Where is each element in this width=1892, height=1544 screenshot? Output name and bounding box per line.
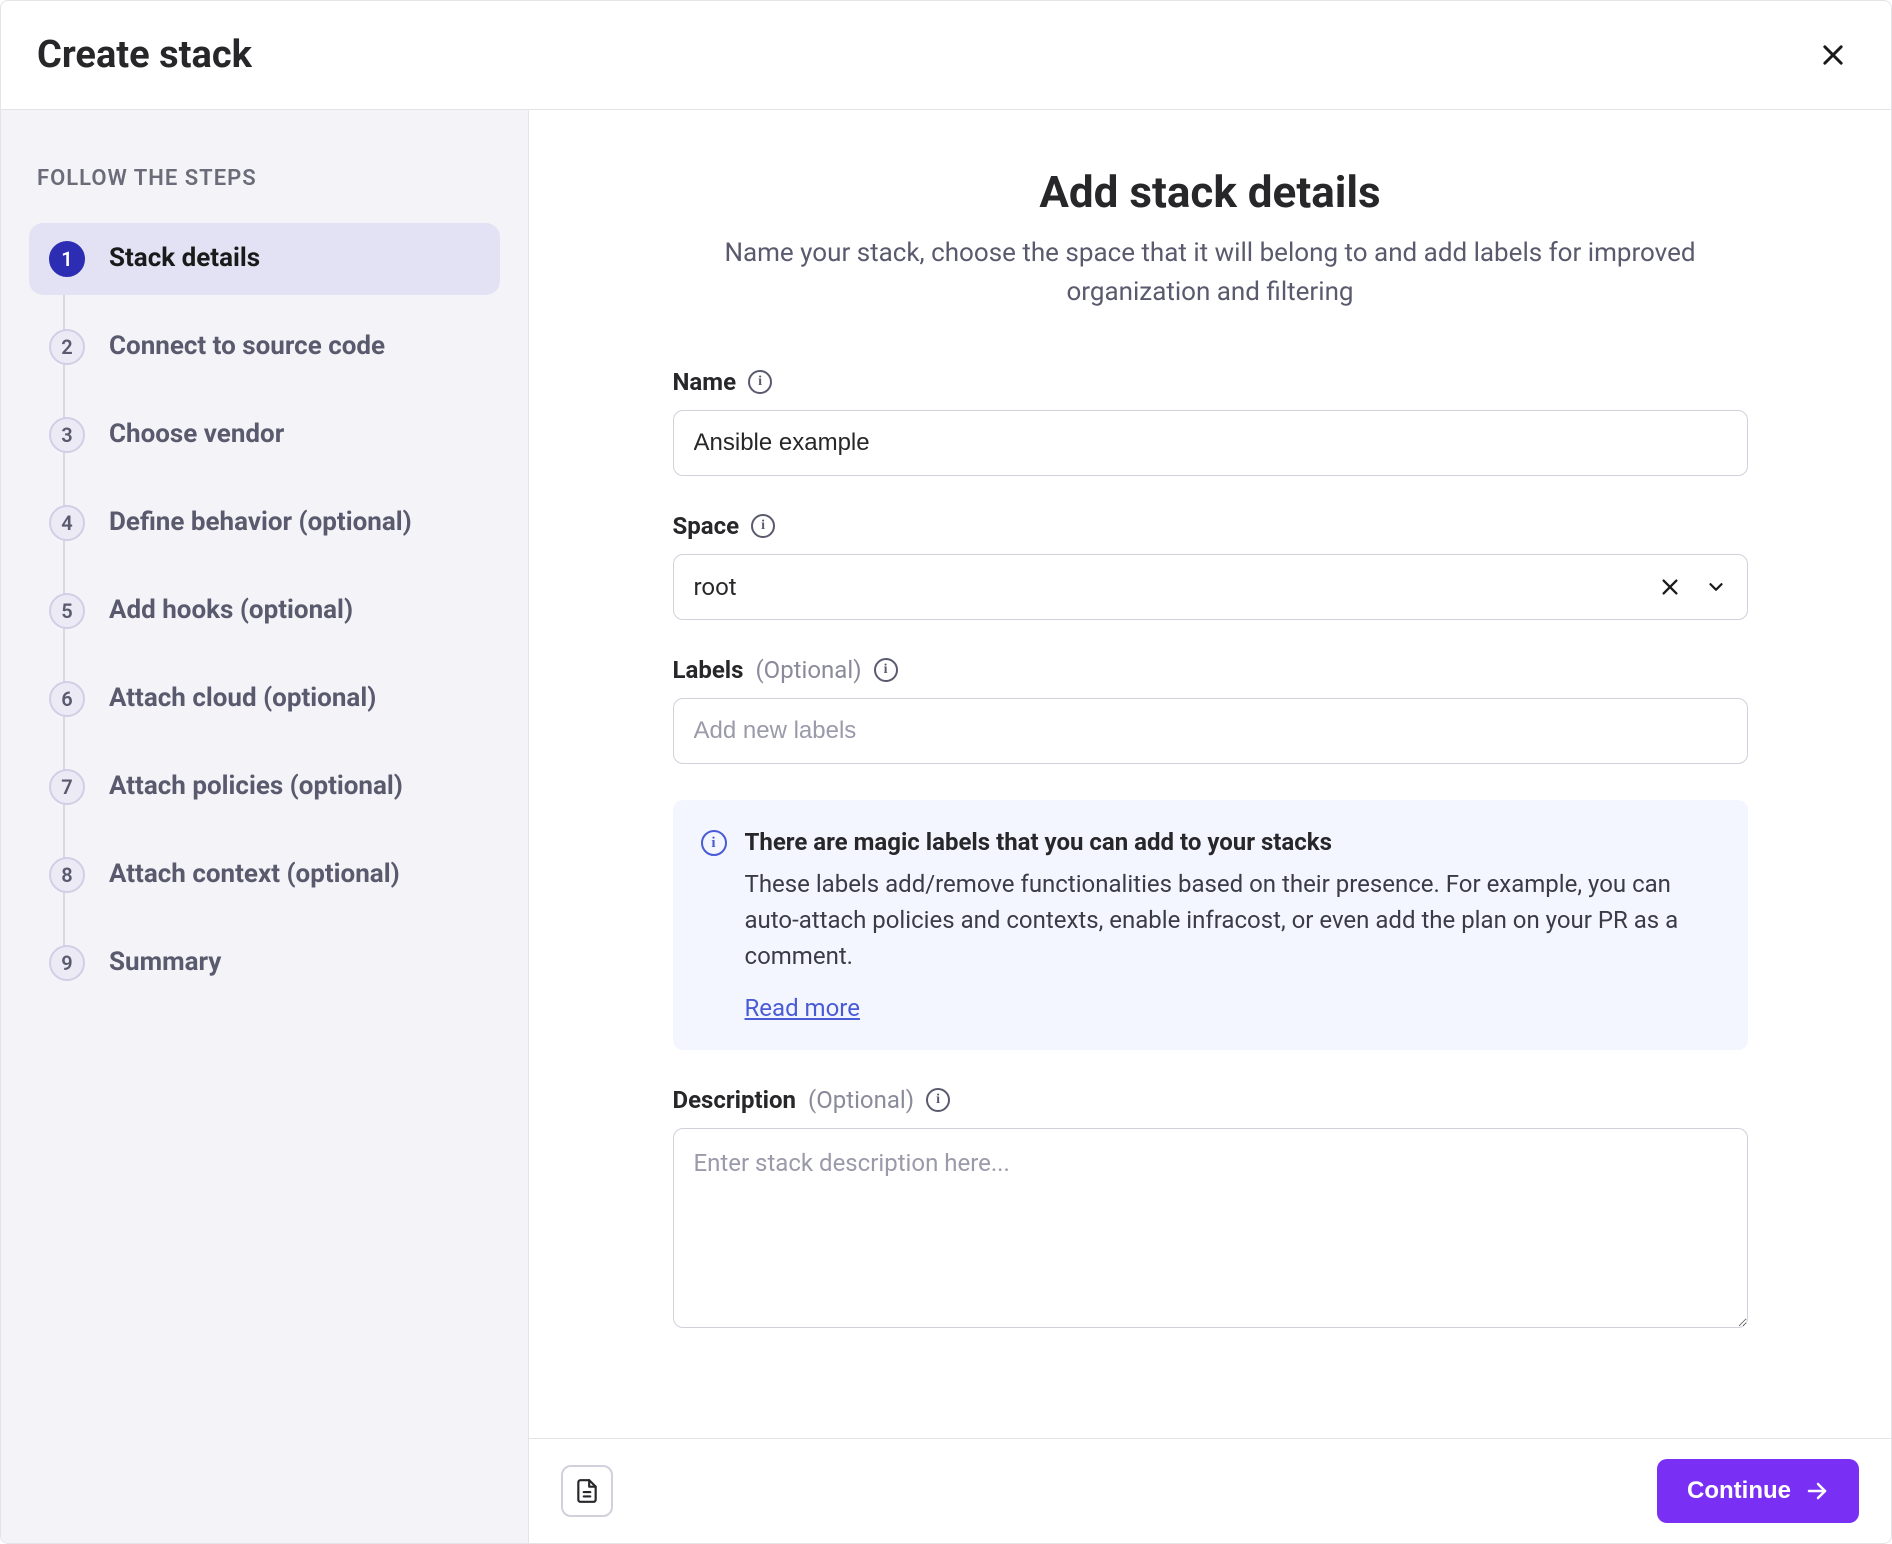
- step-number: 6: [49, 681, 85, 717]
- step-label: Choose vendor: [109, 418, 284, 452]
- space-label: Space: [673, 512, 740, 540]
- select-icons: [1659, 576, 1727, 598]
- description-label-row: Description (Optional) i: [673, 1086, 1748, 1114]
- labels-label: Labels: [673, 656, 744, 684]
- labels-field: Labels (Optional) i: [673, 656, 1748, 764]
- step-summary[interactable]: 9 Summary: [29, 927, 500, 999]
- step-attach-cloud[interactable]: 6 Attach cloud (optional): [29, 663, 500, 735]
- name-label-row: Name i: [673, 368, 1748, 396]
- step-connect-source[interactable]: 2 Connect to source code: [29, 311, 500, 383]
- continue-button[interactable]: Continue: [1657, 1459, 1859, 1523]
- content-area: Add stack details Name your stack, choos…: [529, 110, 1891, 1438]
- description-optional: (Optional): [808, 1086, 914, 1114]
- document-button[interactable]: [561, 1465, 613, 1517]
- magic-labels-info: i There are magic labels that you can ad…: [673, 800, 1748, 1050]
- step-label: Define behavior (optional): [109, 506, 412, 540]
- read-more-link[interactable]: Read more: [745, 994, 860, 1022]
- info-box-title: There are magic labels that you can add …: [745, 828, 1720, 856]
- step-label: Add hooks (optional): [109, 594, 353, 628]
- modal-header: Create stack: [1, 1, 1891, 110]
- labels-label-row: Labels (Optional) i: [673, 656, 1748, 684]
- step-label: Attach policies (optional): [109, 770, 403, 804]
- space-field: Space i root: [673, 512, 1748, 620]
- info-box-text: These labels add/remove functionalities …: [745, 866, 1720, 974]
- steps-sidebar: FOLLOW THE STEPS 1 Stack details 2 Conne…: [1, 110, 529, 1543]
- step-number: 3: [49, 417, 85, 453]
- info-icon: i: [701, 830, 727, 856]
- step-number: 8: [49, 857, 85, 893]
- description-textarea[interactable]: [673, 1128, 1748, 1328]
- name-field: Name i: [673, 368, 1748, 476]
- step-stack-details[interactable]: 1 Stack details: [29, 223, 500, 295]
- page-subtitle: Name your stack, choose the space that i…: [673, 234, 1748, 312]
- step-number: 2: [49, 329, 85, 365]
- step-label: Stack details: [109, 242, 260, 276]
- step-define-behavior[interactable]: 4 Define behavior (optional): [29, 487, 500, 559]
- labels-optional: (Optional): [755, 656, 861, 684]
- space-label-row: Space i: [673, 512, 1748, 540]
- info-box-body: There are magic labels that you can add …: [745, 828, 1720, 1022]
- modal-title: Create stack: [37, 33, 252, 77]
- main-panel: Add stack details Name your stack, choos…: [529, 110, 1891, 1543]
- description-label: Description: [673, 1086, 797, 1114]
- name-input[interactable]: [673, 410, 1748, 476]
- info-icon[interactable]: i: [751, 514, 775, 538]
- continue-label: Continue: [1687, 1477, 1791, 1505]
- step-label: Attach context (optional): [109, 858, 400, 892]
- footer-bar: Continue: [529, 1438, 1891, 1543]
- step-number: 5: [49, 593, 85, 629]
- step-number: 7: [49, 769, 85, 805]
- document-icon: [574, 1478, 600, 1504]
- clear-icon[interactable]: [1659, 576, 1681, 598]
- content-inner: Add stack details Name your stack, choos…: [673, 166, 1748, 1398]
- close-icon: [1819, 41, 1847, 69]
- step-attach-context[interactable]: 8 Attach context (optional): [29, 839, 500, 911]
- arrow-right-icon: [1805, 1479, 1829, 1503]
- step-label: Attach cloud (optional): [109, 682, 376, 716]
- steps-list: 1 Stack details 2 Connect to source code…: [29, 223, 500, 999]
- step-number: 1: [49, 241, 85, 277]
- step-attach-policies[interactable]: 7 Attach policies (optional): [29, 751, 500, 823]
- step-add-hooks[interactable]: 5 Add hooks (optional): [29, 575, 500, 647]
- step-number: 4: [49, 505, 85, 541]
- chevron-down-icon[interactable]: [1705, 576, 1727, 598]
- step-label: Connect to source code: [109, 330, 385, 364]
- space-value: root: [694, 573, 1659, 601]
- description-field: Description (Optional) i: [673, 1086, 1748, 1332]
- labels-input[interactable]: [673, 698, 1748, 764]
- close-button[interactable]: [1811, 33, 1855, 77]
- step-label: Summary: [109, 946, 221, 980]
- step-number: 9: [49, 945, 85, 981]
- space-select[interactable]: root: [673, 554, 1748, 620]
- modal-body: FOLLOW THE STEPS 1 Stack details 2 Conne…: [1, 110, 1891, 1543]
- page-title: Add stack details: [673, 166, 1748, 218]
- name-label: Name: [673, 368, 737, 396]
- step-choose-vendor[interactable]: 3 Choose vendor: [29, 399, 500, 471]
- create-stack-modal: Create stack FOLLOW THE STEPS 1 Stack de…: [0, 0, 1892, 1544]
- info-icon[interactable]: i: [748, 370, 772, 394]
- info-icon[interactable]: i: [926, 1088, 950, 1112]
- sidebar-heading: FOLLOW THE STEPS: [29, 166, 500, 191]
- info-icon[interactable]: i: [874, 658, 898, 682]
